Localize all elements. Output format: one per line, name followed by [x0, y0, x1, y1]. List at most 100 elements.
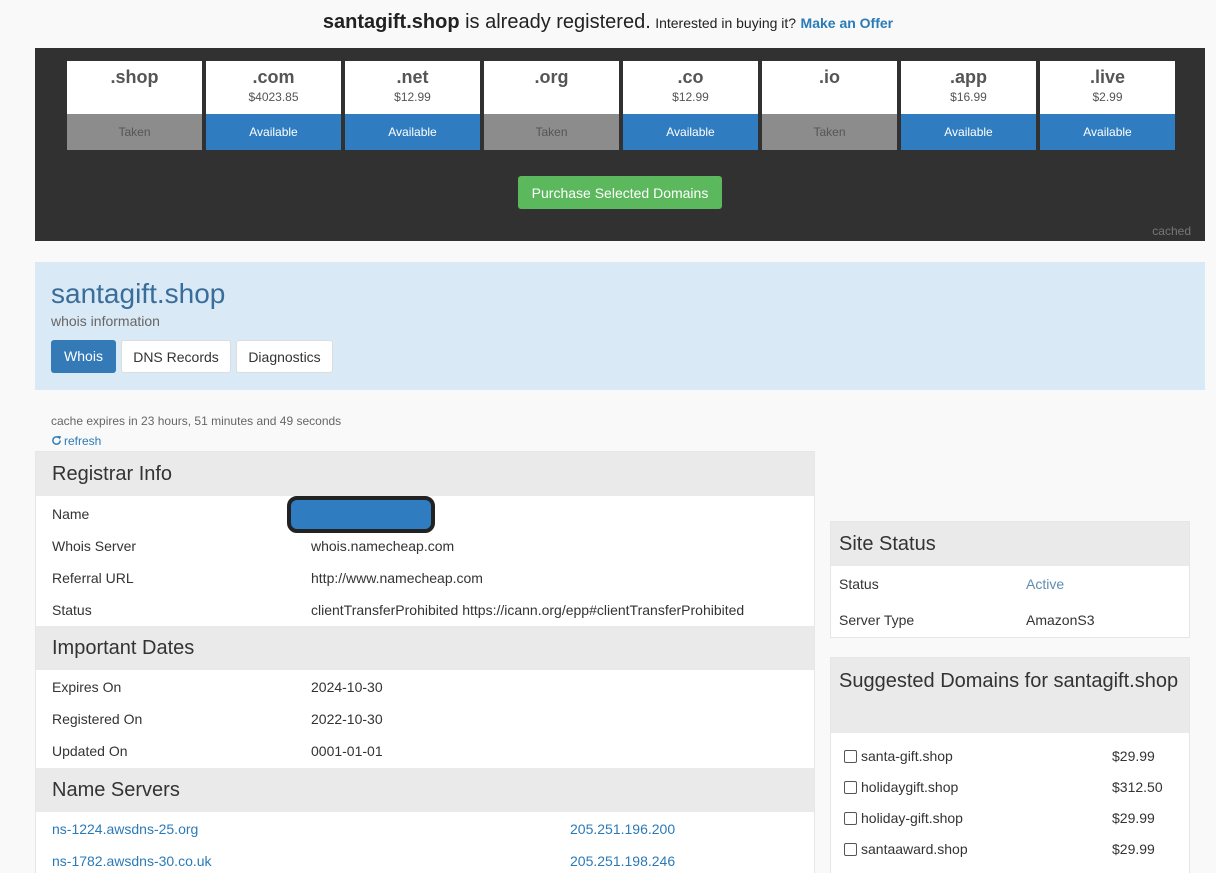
- suggested-domain-name: santaaward.shop: [861, 841, 968, 857]
- tld-name: .shop: [110, 67, 159, 87]
- registrar-info-header: Registrar Info: [36, 452, 814, 496]
- tld-card-co[interactable]: .co $12.99 Available: [623, 61, 758, 150]
- banner-domain: santagift.shop: [322, 11, 460, 33]
- status-label: Status: [839, 576, 879, 592]
- name-server-ip-link[interactable]: 205.251.198.246: [570, 845, 675, 873]
- suggested-domain-name: holiday-gift.shop: [861, 810, 963, 826]
- suggested-domain-checkbox[interactable]: [844, 750, 857, 763]
- suggested-domain-checkbox[interactable]: [844, 843, 857, 856]
- tab-whois[interactable]: Whois: [51, 340, 116, 373]
- cache-expiry-text: cache expires in 23 hours, 51 minutes an…: [51, 414, 342, 428]
- suggested-domain-item: santa-gift.shop $29.99: [831, 741, 1189, 772]
- tld-price: $12.99: [394, 90, 431, 104]
- row-label: Status: [52, 602, 92, 618]
- top-banner: santagift.shop is already registered. In…: [0, 0, 1216, 48]
- suggested-domain-checkbox[interactable]: [844, 781, 857, 794]
- tld-card-net[interactable]: .net $12.99 Available: [345, 61, 480, 150]
- suggested-domain-price: $29.99: [1112, 841, 1155, 857]
- row-label: Whois Server: [52, 538, 137, 554]
- tld-name: .live: [1089, 67, 1126, 87]
- row-label: Updated On: [52, 743, 128, 759]
- row-label: Registered On: [52, 711, 143, 727]
- row-label: Referral URL: [52, 570, 134, 586]
- banner-interested-text: Interested in buying it?: [655, 15, 797, 31]
- tld-card-org[interactable]: .org Taken: [484, 61, 619, 150]
- tld-status: Taken: [762, 114, 897, 150]
- row-value: 2022-10-30: [311, 711, 383, 727]
- suggested-domain-item: santaaward.shop $29.99: [831, 834, 1189, 865]
- tld-price: $4023.85: [248, 90, 299, 104]
- whois-info-panel: Registrar Info Name Whois Server whois.n…: [35, 451, 815, 873]
- refresh-link[interactable]: refresh: [51, 434, 101, 448]
- tld-card-shop[interactable]: .shop Taken: [67, 61, 202, 150]
- tld-status: Available: [206, 114, 341, 150]
- banner-registered-text: is already registered.: [459, 11, 651, 33]
- tld-card-com[interactable]: .com $4023.85 Available: [206, 61, 341, 150]
- status-badge: Active: [1026, 576, 1065, 592]
- row-value: http://www.namecheap.com: [311, 570, 483, 586]
- tld-price: $2.99: [1092, 90, 1123, 104]
- tld-status: Taken: [484, 114, 619, 150]
- name-servers-header: Name Servers: [36, 768, 814, 812]
- tld-name: .net: [396, 67, 429, 87]
- refresh-label: refresh: [64, 434, 102, 448]
- tld-card-app[interactable]: .app $16.99 Available: [901, 61, 1036, 150]
- purchase-selected-domains-button[interactable]: Purchase Selected Domains: [518, 176, 722, 209]
- tld-card-live[interactable]: .live $2.99 Available: [1040, 61, 1175, 150]
- dates-row-registered: Registered On 2022-10-30: [36, 703, 814, 735]
- registrar-row-referral-url: Referral URL http://www.namecheap.com: [36, 562, 814, 594]
- make-offer-link[interactable]: Make an Offer: [801, 15, 894, 31]
- row-value: clientTransferProhibited https://icann.o…: [311, 602, 745, 618]
- row-label: Expires On: [52, 679, 122, 695]
- tld-card-io[interactable]: .io Taken: [762, 61, 897, 150]
- page-title: santagift.shop: [51, 278, 226, 309]
- tld-name: .io: [819, 67, 840, 87]
- dates-row-updated: Updated On 0001-01-01: [36, 735, 814, 767]
- dates-row-expires: Expires On 2024-10-30: [36, 671, 814, 703]
- refresh-icon: [52, 435, 62, 445]
- site-status-header: Site Status: [831, 522, 1189, 566]
- tld-name: .co: [677, 67, 704, 87]
- row-label: Name: [52, 506, 90, 522]
- tld-status: Available: [1040, 114, 1175, 150]
- suggested-domain-price: $29.99: [1112, 748, 1155, 764]
- suggested-domain-price: $29.99: [1112, 810, 1155, 826]
- tld-availability-panel: .shop Taken .com $4023.85 Available .net…: [35, 48, 1205, 241]
- tld-name: .com: [252, 67, 295, 87]
- tab-dns-records[interactable]: DNS Records: [121, 340, 231, 373]
- name-server-ip-link[interactable]: 205.251.196.200: [570, 813, 675, 845]
- tld-status: Available: [623, 114, 758, 150]
- suggested-domain-item: holiday-gift.shop $29.99: [831, 803, 1189, 834]
- tab-diagnostics[interactable]: Diagnostics: [236, 340, 333, 373]
- server-type-value: AmazonS3: [1026, 612, 1095, 628]
- suggested-domain-name: santa-gift.shop: [861, 748, 953, 764]
- suggested-domains-panel: Suggested Domains for santagift.shop san…: [830, 657, 1190, 873]
- tld-status: Taken: [67, 114, 202, 150]
- name-server-host-link[interactable]: ns-1782.awsdns-30.co.uk: [52, 845, 212, 873]
- site-status-row: Status Active: [831, 566, 1189, 602]
- registrar-row-whois-server: Whois Server whois.namecheap.com: [36, 530, 814, 562]
- row-value: 0001-01-01: [311, 743, 383, 759]
- suggested-domain-item: holidaygift.shop $312.50: [831, 772, 1189, 803]
- tld-status: Available: [901, 114, 1036, 150]
- server-type-row: Server Type AmazonS3: [831, 602, 1189, 638]
- cached-label: cached: [1152, 224, 1191, 238]
- registrar-row-status: Status clientTransferProhibited https://…: [36, 594, 814, 626]
- suggested-domain-name: holidaygift.shop: [861, 779, 959, 795]
- redacted-name-box: [287, 496, 435, 533]
- tld-price: $12.99: [672, 90, 709, 104]
- tld-price: $16.99: [950, 90, 987, 104]
- row-value: whois.namecheap.com: [311, 538, 455, 554]
- important-dates-header: Important Dates: [36, 626, 814, 670]
- page-subtitle: whois information: [51, 313, 160, 329]
- row-value: 2024-10-30: [311, 679, 383, 695]
- name-server-row: ns-1224.awsdns-25.org 205.251.196.200: [36, 813, 814, 845]
- name-server-row: ns-1782.awsdns-30.co.uk 205.251.198.246: [36, 845, 814, 873]
- suggested-domain-price: $312.50: [1112, 779, 1163, 795]
- site-status-panel: Site Status Status Active Server Type Am…: [830, 521, 1190, 638]
- whois-header-panel: santagift.shop whois information Whois D…: [35, 262, 1205, 390]
- suggested-domain-checkbox[interactable]: [844, 812, 857, 825]
- tld-name: .org: [534, 67, 569, 87]
- tld-name: .app: [949, 67, 987, 87]
- name-server-host-link[interactable]: ns-1224.awsdns-25.org: [52, 813, 198, 845]
